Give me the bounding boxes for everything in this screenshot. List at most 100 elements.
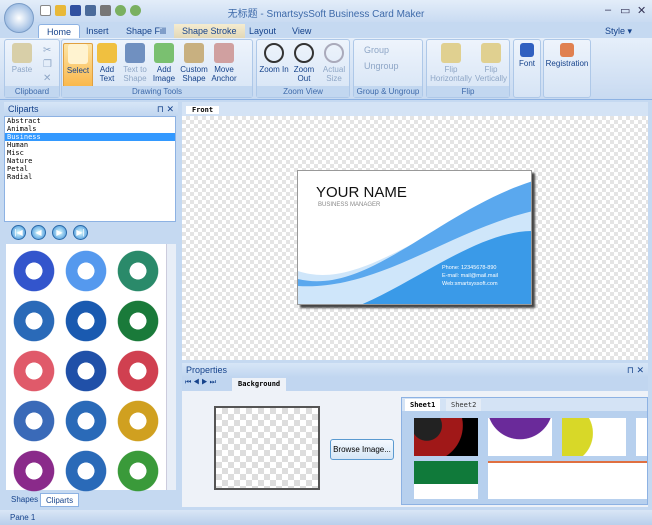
- clipart-item[interactable]: [114, 348, 162, 394]
- font-icon: [520, 43, 534, 57]
- pin-close-icons[interactable]: ⊓ ✕: [157, 102, 178, 116]
- registration-button[interactable]: Registration: [544, 43, 590, 68]
- list-item[interactable]: Radial: [5, 173, 175, 181]
- minimize-button[interactable]: –: [605, 4, 611, 16]
- move-anchor-button[interactable]: Move Anchor: [209, 43, 239, 83]
- properties-header: Properties ⊓ ✕: [182, 363, 648, 377]
- background-gallery: Sheet1 Sheet2: [401, 397, 648, 505]
- add-image-button[interactable]: Add Image: [149, 43, 179, 83]
- clipart-item[interactable]: [62, 248, 110, 294]
- font-button[interactable]: Font: [514, 43, 540, 68]
- clipart-item[interactable]: [62, 298, 110, 344]
- select-button[interactable]: Select: [63, 43, 93, 89]
- style-menu[interactable]: Style ▾: [597, 24, 640, 38]
- list-item[interactable]: Misc: [5, 149, 175, 157]
- group-ungroup-group: Group Ungroup Group & Ungroup: [353, 39, 423, 98]
- anchor-icon: [214, 43, 234, 63]
- last-page-button[interactable]: ▶|: [73, 225, 88, 240]
- zoom-out-icon: [294, 43, 314, 63]
- next-page-button[interactable]: ▶: [52, 225, 67, 240]
- clipart-item[interactable]: [114, 248, 162, 294]
- background-preview: [214, 406, 320, 490]
- clipart-item[interactable]: [10, 248, 58, 294]
- card-contact: Phone: 12345678-890 E-mail: mail@mail.mai…: [442, 265, 499, 287]
- list-item[interactable]: Abstract: [5, 117, 175, 125]
- background-thumbnail[interactable]: [414, 418, 478, 456]
- clipart-item[interactable]: [62, 348, 110, 394]
- paste-button[interactable]: Paste: [7, 43, 37, 74]
- pin-close-icons[interactable]: ⊓ ✕: [627, 363, 648, 377]
- tab-scroll-buttons[interactable]: ⏮ ◀ ▶ ⏭: [185, 379, 216, 387]
- application-menu-button[interactable]: [4, 3, 34, 33]
- text-icon: [97, 43, 117, 63]
- tab-shape-fill[interactable]: Shape Fill: [118, 24, 174, 38]
- ribbon: Paste ✂ ❐ ✕ Clipboard Select Add Text Text…: [0, 38, 652, 100]
- flip-group: Flip Horizontally Flip Vertically Flip: [426, 39, 510, 98]
- tab-sheet2[interactable]: Sheet2: [446, 399, 482, 411]
- clipart-item[interactable]: [10, 298, 58, 344]
- pen-shape-icon: [184, 43, 204, 63]
- zoom-in-button[interactable]: Zoom In: [259, 43, 289, 74]
- custom-shape-button[interactable]: Custom Shape: [179, 43, 209, 83]
- clipart-item[interactable]: [114, 448, 162, 494]
- add-text-button[interactable]: Add Text: [92, 43, 122, 83]
- card-name: YOUR NAME: [316, 184, 407, 201]
- clipart-item[interactable]: [10, 448, 58, 494]
- flip-vertical-icon: [481, 43, 501, 63]
- background-thumbnail[interactable]: [414, 461, 478, 499]
- title-bar: 无标题 - SmartsysSoft Business Card Maker –…: [0, 0, 652, 22]
- list-item[interactable]: Petal: [5, 165, 175, 173]
- zoom-in-icon: [264, 43, 284, 63]
- tab-shape-stroke[interactable]: Shape Stroke: [174, 24, 245, 38]
- magnifier-icon: [324, 43, 344, 63]
- flip-horizontally-button[interactable]: Flip Horizontally: [429, 43, 473, 83]
- group-button[interactable]: Group: [364, 45, 389, 55]
- clipart-item[interactable]: [10, 348, 58, 394]
- tab-front[interactable]: Front: [186, 106, 220, 114]
- clipart-item[interactable]: [10, 398, 58, 444]
- clipart-scrollbar[interactable]: [166, 244, 176, 490]
- tab-cliparts[interactable]: Cliparts: [40, 493, 80, 507]
- flip-horizontal-icon: [441, 43, 461, 63]
- clipart-item[interactable]: [114, 398, 162, 444]
- list-item[interactable]: Human: [5, 141, 175, 149]
- tab-sheet1[interactable]: Sheet1: [405, 399, 441, 411]
- background-thumbnail[interactable]: [488, 418, 552, 456]
- text-to-shape-button[interactable]: Text to Shape: [120, 43, 150, 83]
- list-item[interactable]: Nature: [5, 157, 175, 165]
- browse-image-button[interactable]: Browse Image...: [330, 439, 394, 460]
- tab-shapes[interactable]: Shapes: [6, 493, 43, 507]
- tab-view[interactable]: View: [284, 24, 319, 38]
- list-item-selected[interactable]: Business: [5, 133, 175, 141]
- cliparts-header: Cliparts ⊓ ✕: [4, 102, 178, 116]
- tab-background[interactable]: Background: [232, 378, 287, 391]
- clipart-item[interactable]: [62, 448, 110, 494]
- clipboard-group: Paste ✂ ❐ ✕ Clipboard: [4, 39, 60, 98]
- tab-layout[interactable]: Layout: [241, 24, 284, 38]
- clipart-item[interactable]: [114, 298, 162, 344]
- window-title: 无标题 - SmartsysSoft Business Card Maker: [227, 9, 425, 20]
- business-card[interactable]: YOUR NAME BUSINESS MANAGER Phone: 123456…: [297, 170, 532, 305]
- close-button[interactable]: ✕: [637, 4, 646, 17]
- first-page-button[interactable]: |◀: [11, 225, 26, 240]
- clipart-category-list[interactable]: Abstract Animals Business Human Misc Nat…: [4, 116, 176, 222]
- clipart-item[interactable]: [62, 398, 110, 444]
- background-thumbnail[interactable]: [488, 461, 647, 499]
- background-thumbnail[interactable]: [562, 418, 626, 456]
- flip-vertically-button[interactable]: Flip Vertically: [473, 43, 509, 83]
- prev-page-button[interactable]: ◀: [31, 225, 46, 240]
- font-group: Font: [513, 39, 541, 98]
- actual-size-button[interactable]: Actual Size: [319, 43, 349, 83]
- ungroup-button[interactable]: Ungroup: [364, 61, 399, 71]
- zoom-view-group: Zoom In Zoom Out Actual Size Zoom View: [256, 39, 350, 98]
- background-thumbnail[interactable]: [636, 418, 647, 456]
- tab-insert[interactable]: Insert: [78, 24, 117, 38]
- ribbon-tabs: Home Insert Shape Fill Shape Stroke Layo…: [0, 22, 652, 38]
- cut-copy-delete-icons[interactable]: ✂ ❐ ✕: [43, 44, 52, 86]
- properties-tab-strip: ⏮ ◀ ▶ ⏭ Background: [182, 377, 648, 391]
- tab-home[interactable]: Home: [38, 24, 81, 38]
- list-item[interactable]: Animals: [5, 125, 175, 133]
- maximize-button[interactable]: ▭: [620, 4, 630, 17]
- zoom-out-button[interactable]: Zoom Out: [289, 43, 319, 83]
- arrow-icon: [68, 44, 88, 64]
